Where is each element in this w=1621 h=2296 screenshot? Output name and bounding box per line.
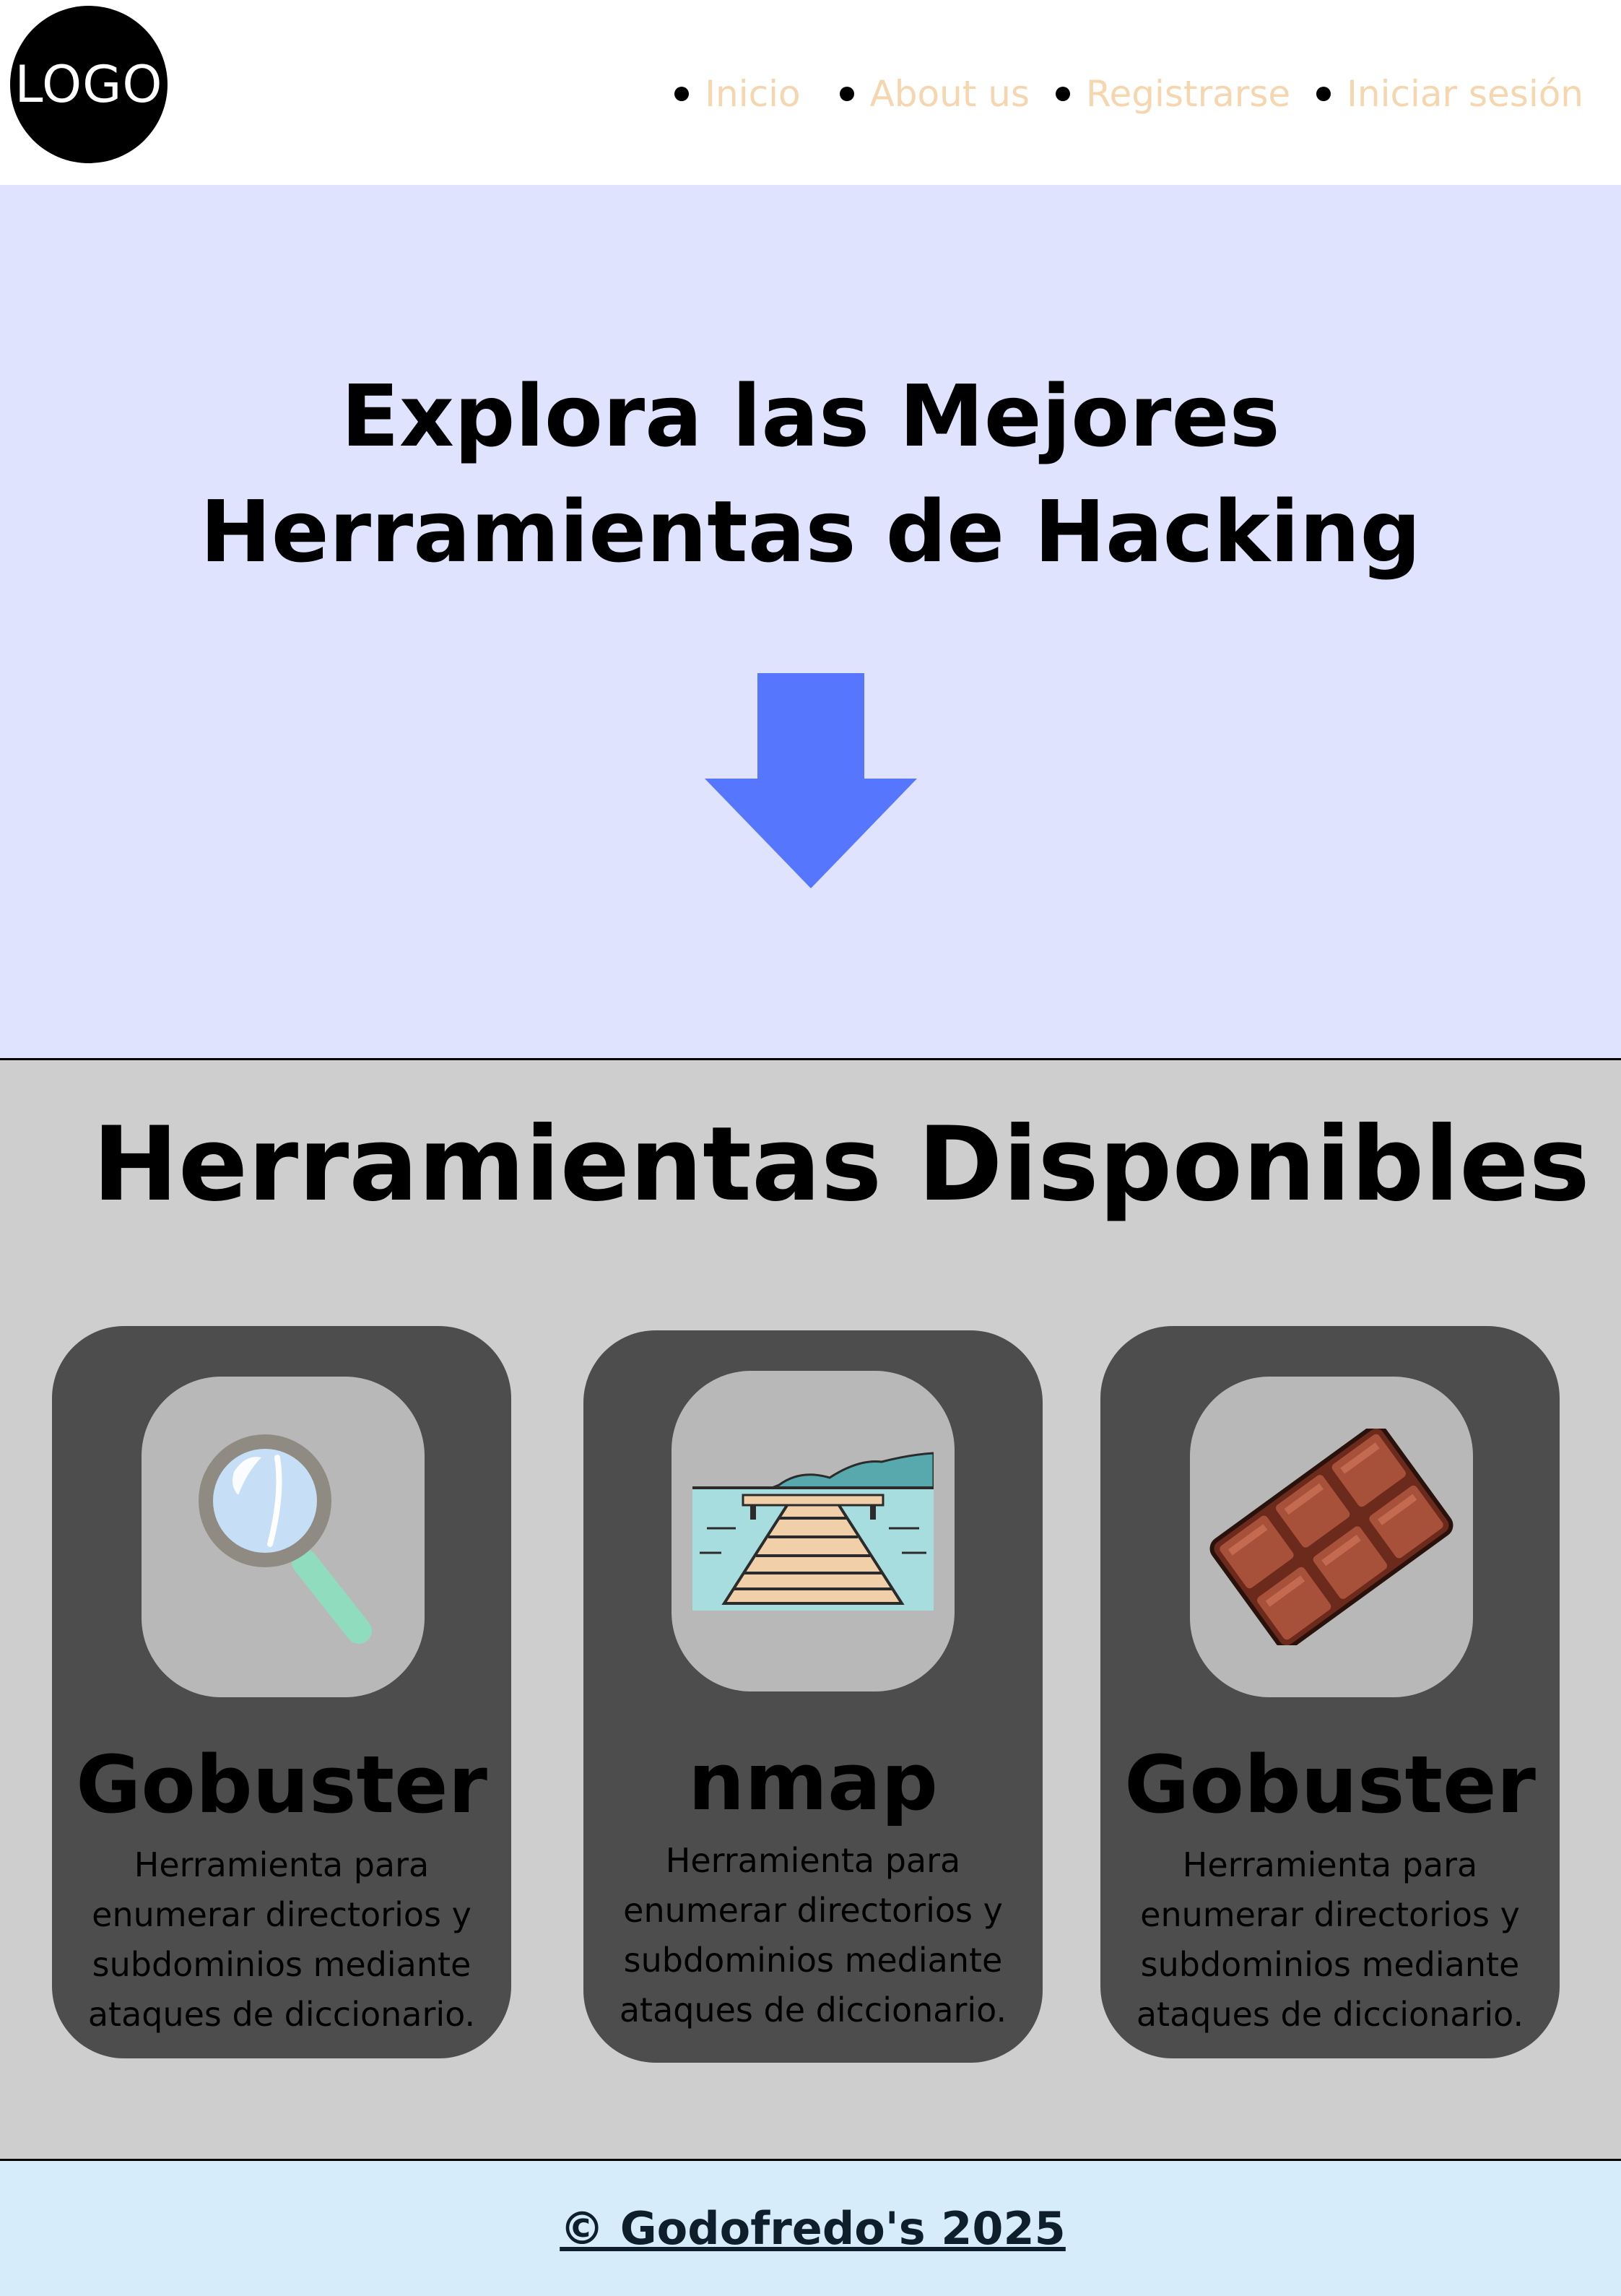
- tool-card-nmap[interactable]: nmap Herramienta para enumerar directori…: [583, 1330, 1043, 2063]
- nav-item-registrarse[interactable]: Registrarse: [1056, 73, 1290, 115]
- bullet-icon: [839, 87, 854, 101]
- arrow-down-icon[interactable]: [705, 673, 917, 888]
- tool-card-gobuster[interactable]: Gobuster Herramienta para enumerar direc…: [52, 1326, 511, 2058]
- header: LOGO Inicio About us Registrarse Iniciar…: [0, 0, 1621, 185]
- main-nav: Inicio About us Registrarse Iniciar sesi…: [648, 69, 1583, 119]
- chocolate-bar-icon: [1209, 1429, 1453, 1645]
- tool-description: Herramienta para enumerar directorios y …: [619, 1841, 1007, 2029]
- tool-name: Gobuster: [76, 1738, 487, 1831]
- nav-item-inicio[interactable]: Inicio: [674, 73, 801, 115]
- hero-section: Explora las Mejores Herramientas de Hack…: [0, 185, 1621, 1060]
- hero-title: Explora las Mejores Herramientas de Hack…: [200, 366, 1421, 581]
- nav-item-label: Inicio: [705, 73, 801, 115]
- tool-card-gobuster-2[interactable]: Gobuster Herramienta para enumerar direc…: [1100, 1326, 1560, 2058]
- tool-description: Herramienta para enumerar directorios y …: [87, 1845, 476, 2034]
- tools-title: Herramientas Disponibles: [92, 1105, 1590, 1224]
- nav-item-label: Registrarse: [1086, 73, 1291, 115]
- nav-item-label: Iniciar sesión: [1347, 73, 1583, 115]
- tools-section: Herramientas Disponibles Gobuster Herram…: [0, 1060, 1621, 2161]
- logo[interactable]: LOGO: [10, 6, 168, 163]
- footer: © Godofredo's 2025: [0, 2161, 1621, 2296]
- nav-item-about-us[interactable]: About us: [839, 73, 1030, 115]
- tool-thumbnail: [142, 1377, 425, 1697]
- tool-thumbnail: [1190, 1377, 1473, 1697]
- tool-description: Herramienta para enumerar directorios y …: [1136, 1845, 1524, 2034]
- tool-name: Gobuster: [1124, 1738, 1536, 1831]
- page: LOGO Inicio About us Registrarse Iniciar…: [0, 0, 1621, 2296]
- bullet-icon: [1056, 87, 1071, 101]
- bullet-icon: [674, 87, 690, 101]
- tool-thumbnail: [672, 1371, 955, 1691]
- tool-name: nmap: [688, 1736, 938, 1828]
- nav-item-label: About us: [869, 73, 1030, 115]
- footer-copyright[interactable]: © Godofredo's 2025: [560, 2202, 1066, 2255]
- logo-text: LOGO: [14, 55, 163, 114]
- nav-item-iniciar-sesion[interactable]: Iniciar sesión: [1316, 73, 1583, 115]
- pier-landscape-icon: [692, 1452, 934, 1611]
- magnifying-glass-icon: [199, 1434, 372, 1644]
- bullet-icon: [1316, 87, 1331, 101]
